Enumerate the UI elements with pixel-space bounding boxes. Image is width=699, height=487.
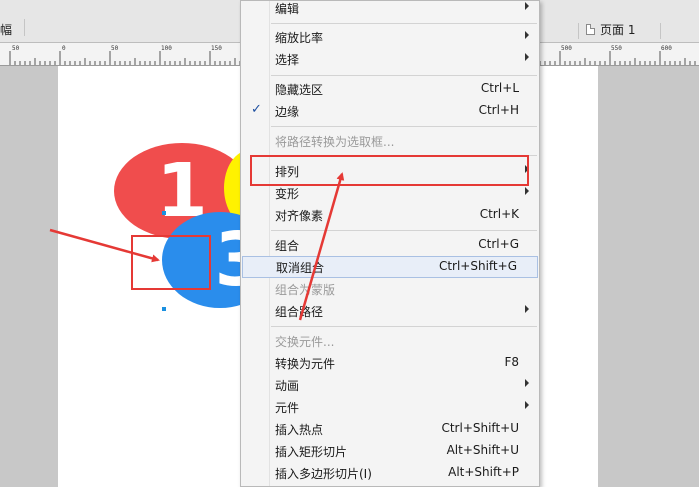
annotation-arrow-menu <box>298 172 345 321</box>
annotation-arrows <box>49 172 345 321</box>
annotation-arrow-left <box>49 228 160 263</box>
